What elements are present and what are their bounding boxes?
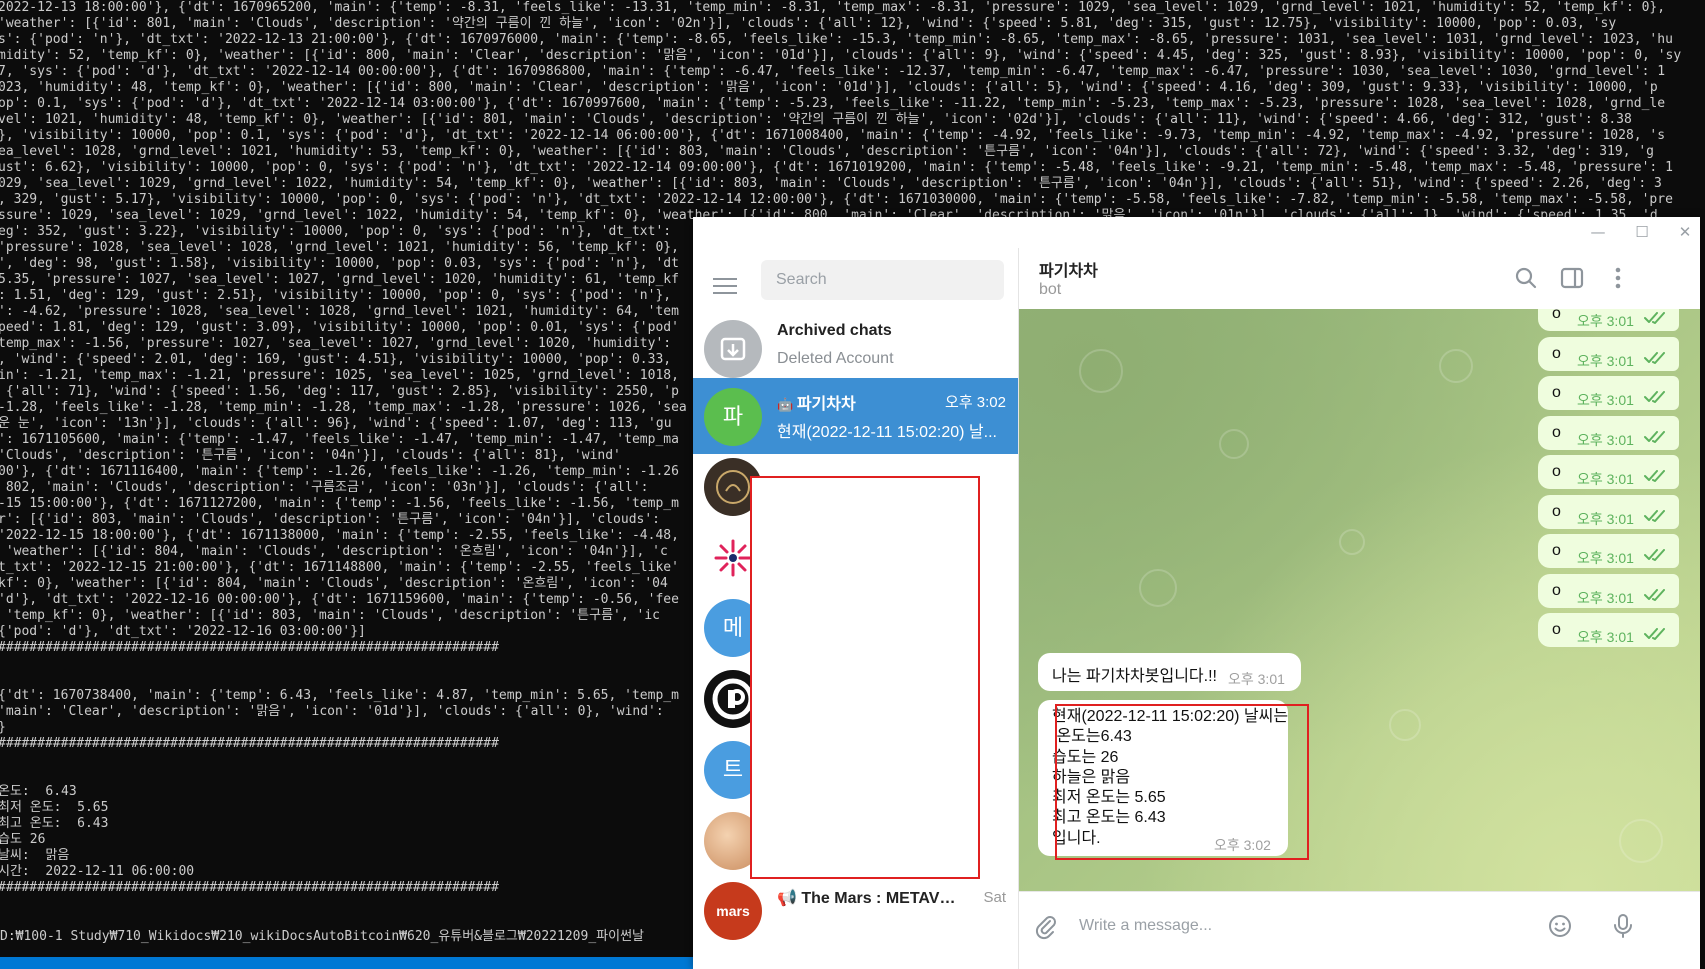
terminal-line: , 329, 'gust': 5.17}, 'visibility': 1000…: [0, 192, 1673, 207]
terminal-line: ea_level': 1028, 'grnd_level': 1021, 'hu…: [0, 144, 1654, 159]
chat-item-the-mars[interactable]: mars 📢 The Mars : METAVER... Sat: [693, 872, 1018, 948]
message-text: o: [1552, 542, 1561, 559]
outgoing-message[interactable]: o 오후 3:01: [1538, 494, 1679, 529]
chat-name: Archived chats: [777, 322, 892, 339]
read-checkmarks-icon: [1644, 470, 1665, 482]
window-titlebar: — ☐ ✕: [693, 217, 1700, 248]
outgoing-message[interactable]: o 오후 3:01: [1538, 415, 1679, 450]
message-input[interactable]: [1077, 908, 1541, 944]
chat-avatar: 파: [704, 388, 762, 446]
outgoing-message[interactable]: o 오후 3:01: [1538, 534, 1679, 568]
read-checkmarks-icon: [1644, 312, 1665, 324]
incoming-message[interactable]: 나는 파기차차봇입니다.!! 오후 3:01: [1038, 653, 1301, 691]
message-composer: [1019, 891, 1700, 969]
message-time: 오후 3:01: [1228, 671, 1285, 687]
chat-header: 파기차차 bot: [1019, 248, 1700, 310]
chat-name: 파기차차: [796, 396, 856, 413]
outgoing-message[interactable]: o 오후 3:01: [1538, 376, 1679, 410]
terminal-line: 2022-12-13 18:00:00'}, {'dt': 1670965200…: [0, 0, 1666, 15]
message-time: 오후 3:01: [1577, 589, 1634, 606]
terminal-line: }, 'visibility': 10000, 'pop': 0.1, 'sys…: [0, 128, 1666, 143]
message-text: o: [1552, 423, 1561, 441]
more-options-icon[interactable]: [1604, 264, 1632, 292]
message-text: o: [1552, 502, 1561, 520]
outgoing-message[interactable]: o 오후 3:01: [1538, 309, 1679, 331]
bot-icon: 🤖: [777, 397, 797, 412]
archive-icon: [704, 320, 762, 378]
terminal-line: 'weather': [{'id': 801, 'main': 'Clouds'…: [0, 16, 1617, 31]
terminal-line: 023, 'humidity': 48, 'temp_kf': 0}, 'wea…: [0, 80, 1658, 95]
minimize-button[interactable]: —: [1586, 221, 1610, 243]
message-time: 오후 3:01: [1577, 471, 1634, 487]
terminal-line: ust': 6.62}, 'visibility': 10000, 'pop':…: [0, 160, 1673, 175]
chat-title[interactable]: 파기차차: [1039, 257, 1098, 281]
message-text: o: [1552, 463, 1561, 480]
chat-time: 오후 3:02: [945, 394, 1006, 411]
chat-preview: 현재(2022-12-11 15:02:20) 날...: [777, 424, 997, 441]
highlight-box: [1055, 704, 1309, 860]
terminal-line: op': 0.1, 'sys': {'pod': 'd'}, 'dt_txt':…: [0, 96, 1666, 111]
message-text: o: [1552, 384, 1561, 401]
chat-status: bot: [1039, 281, 1062, 298]
message-text: 나는 파기차차봇입니다.!!: [1052, 668, 1217, 685]
chat-avatar: mars: [704, 882, 762, 940]
sidebar-toggle-icon[interactable]: [1558, 264, 1586, 292]
read-checkmarks-icon: [1644, 588, 1665, 601]
terminal-line: vel': 1021, 'humidity': 48, 'temp_kf': 0…: [0, 112, 1632, 127]
chat-time: Sat: [983, 889, 1006, 906]
menu-icon[interactable]: [713, 278, 737, 294]
chat-preview: Deleted Account: [777, 350, 894, 367]
outgoing-message[interactable]: o 오후 3:01: [1538, 613, 1679, 647]
message-time: 오후 3:01: [1577, 392, 1634, 408]
message-time: 오후 3:01: [1577, 352, 1634, 369]
terminal-line: 029, 'sea_level': 1029, 'grnd_level': 10…: [0, 176, 1662, 191]
terminal-prompt-path: D:₩100-1 Study₩710_Wikidocs₩210_wikiDocs…: [0, 929, 644, 944]
chat-item-archived[interactable]: Archived chats Deleted Account: [693, 310, 1018, 386]
terminal-taskbar-strip: [0, 957, 700, 969]
outgoing-message[interactable]: o 오후 3:01: [1538, 336, 1679, 371]
terminal-line: s': {'pod': 'n'}, 'dt_txt': '2022-12-13 …: [0, 32, 1673, 47]
message-time: 오후 3:01: [1577, 313, 1634, 329]
message-text: o: [1552, 581, 1561, 599]
terminal-line: midity': 52, 'temp_kf': 0}, 'weather': […: [0, 48, 1682, 63]
read-checkmarks-icon: [1644, 628, 1665, 640]
search-input[interactable]: [761, 260, 1004, 300]
outgoing-message[interactable]: o 오후 3:01: [1538, 455, 1679, 489]
message-time: 오후 3:01: [1577, 629, 1634, 645]
read-checkmarks-icon: [1644, 391, 1665, 403]
message-text: o: [1552, 621, 1561, 638]
telegram-window: — ☐ ✕ Archived chats Deleted Account 파 🤖…: [693, 217, 1700, 969]
read-checkmarks-icon: [1644, 509, 1665, 522]
read-checkmarks-icon: [1644, 430, 1665, 443]
microphone-icon[interactable]: [1609, 912, 1637, 940]
maximize-button[interactable]: ☐: [1630, 221, 1654, 243]
message-area: o 오후 3:01 o 오후 3:01 o 오후 3:01 o 오후 3:01 o 오후 3:01…: [1019, 309, 1700, 891]
attach-icon[interactable]: [1031, 912, 1059, 940]
redaction-box: [750, 476, 980, 879]
chat-name-row: 🤖 파기차차: [777, 390, 856, 414]
chat-list-sidebar: Archived chats Deleted Account 파 🤖 파기차차 …: [693, 248, 1019, 969]
terminal-line: 7, 'sys': {'pod': 'd'}, 'dt_txt': '2022-…: [0, 64, 1666, 79]
message-time: 오후 3:01: [1577, 431, 1634, 448]
close-button[interactable]: ✕: [1673, 221, 1697, 243]
read-checkmarks-icon: [1644, 351, 1665, 364]
chat-item-pagichacha[interactable]: 파 🤖 파기차차 현재(2022-12-11 15:02:20) 날... 오후…: [693, 378, 1018, 454]
chat-name: 📢 The Mars : METAVER...: [777, 890, 957, 907]
emoji-icon[interactable]: [1546, 912, 1574, 940]
message-time: 오후 3:01: [1577, 510, 1634, 527]
message-time: 오후 3:01: [1577, 550, 1634, 566]
read-checkmarks-icon: [1644, 549, 1665, 561]
outgoing-message[interactable]: o 오후 3:01: [1538, 573, 1679, 608]
message-text: o: [1552, 309, 1561, 322]
search-icon[interactable]: [1512, 264, 1540, 292]
message-text: o: [1552, 344, 1561, 362]
